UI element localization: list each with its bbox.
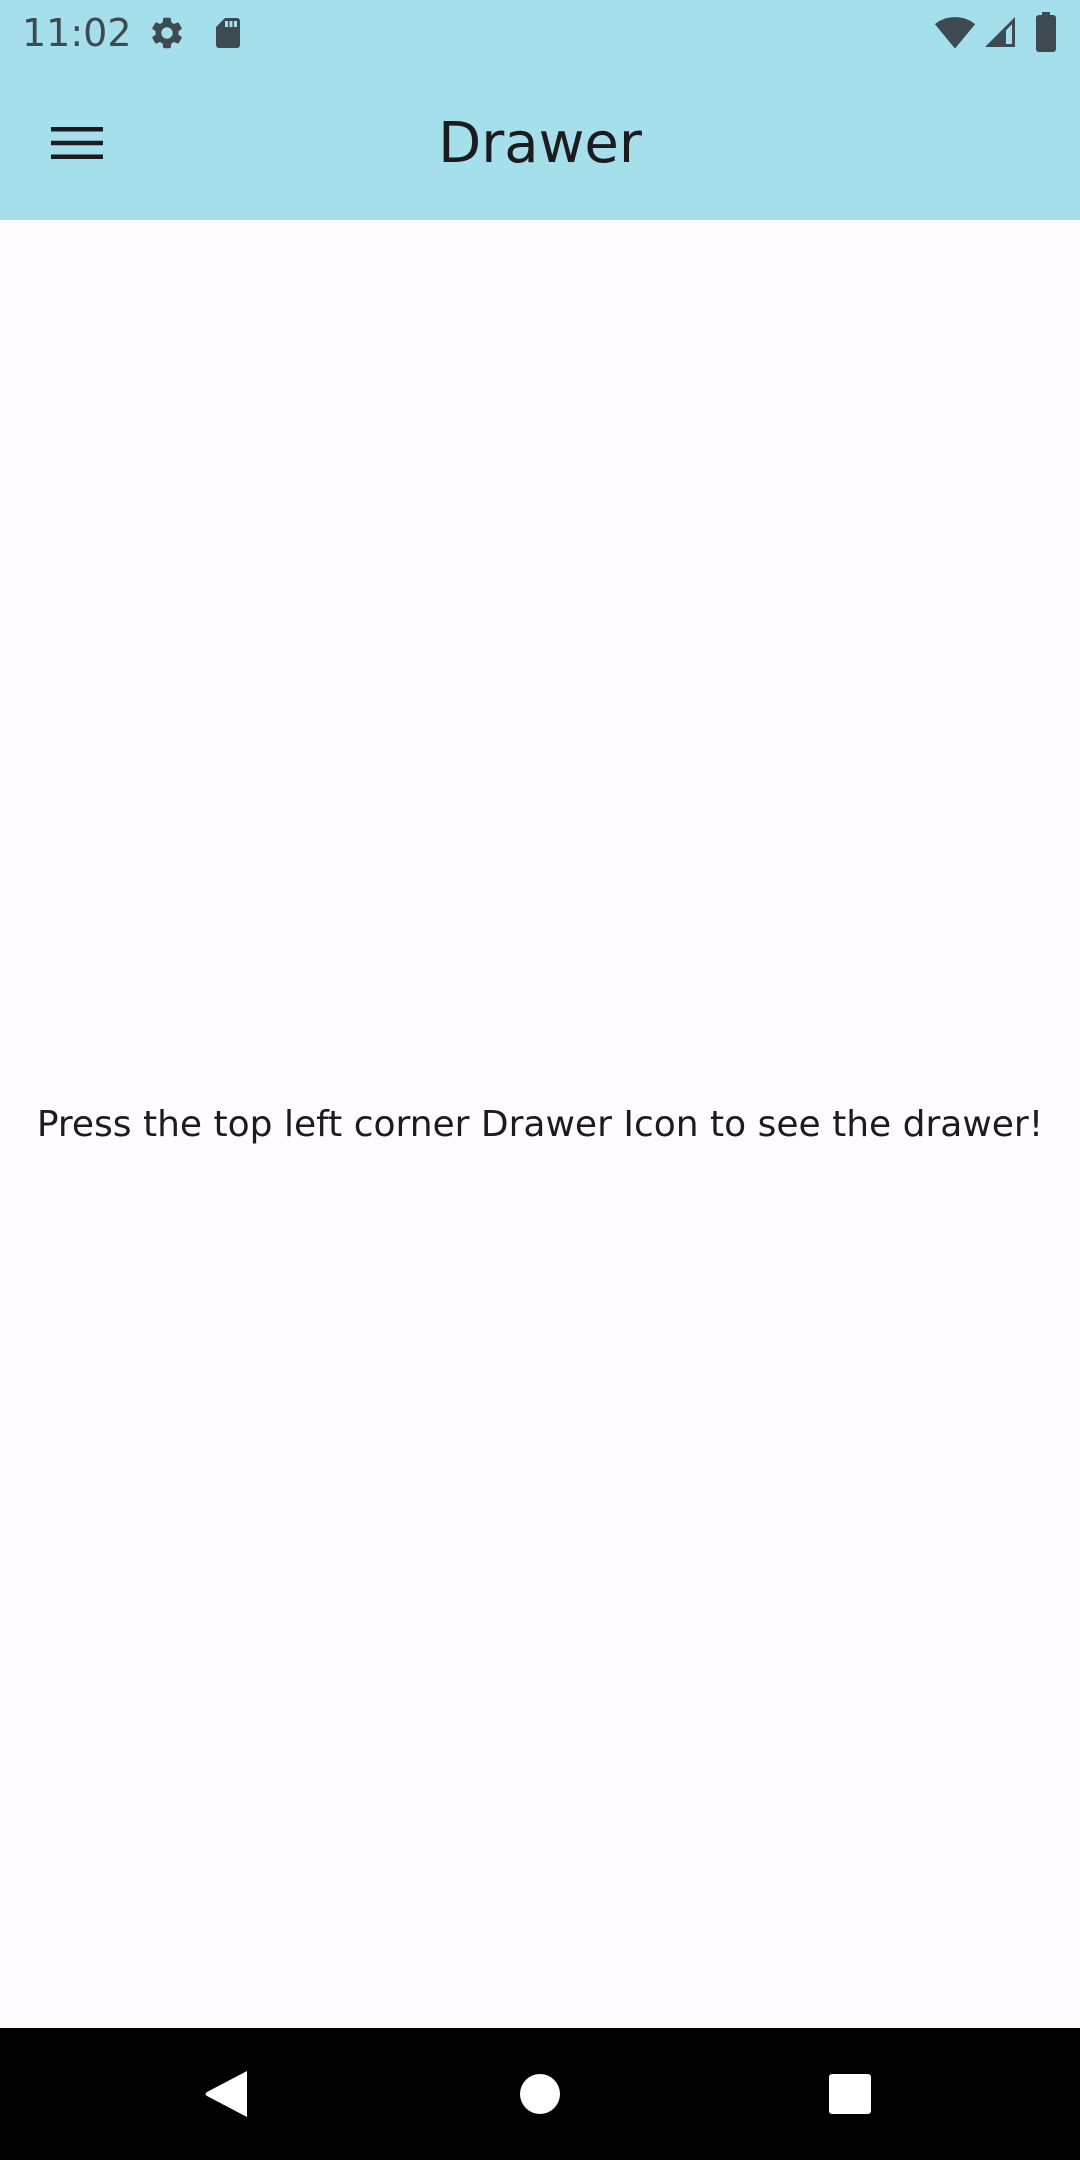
home-icon: [520, 2074, 560, 2114]
settings-icon: [148, 14, 186, 56]
system-navigation-bar: [0, 2028, 1080, 2160]
app-screen: 11:02 Drawer Press the top left corner D…: [0, 0, 1080, 2160]
hamburger-menu-icon: [51, 127, 103, 159]
home-button[interactable]: [500, 2054, 580, 2134]
recents-button[interactable]: [810, 2054, 890, 2134]
wifi-icon: [934, 14, 976, 54]
status-bar: 11:02: [0, 0, 1080, 66]
back-button[interactable]: [186, 2054, 266, 2134]
cellular-signal-icon: [982, 14, 1018, 54]
status-time: 11:02: [22, 11, 132, 55]
app-bar-title-container: Drawer: [0, 66, 1080, 220]
instruction-message: Press the top left corner Drawer Icon to…: [36, 1104, 1044, 1145]
app-bar: Drawer: [0, 66, 1080, 220]
drawer-menu-button[interactable]: [36, 102, 118, 184]
battery-icon: [1034, 12, 1058, 56]
back-icon: [205, 2071, 247, 2117]
page-title: Drawer: [438, 110, 642, 176]
main-content: Press the top left corner Drawer Icon to…: [0, 220, 1080, 2028]
sd-card-icon: [210, 14, 246, 56]
recents-icon: [829, 2074, 871, 2114]
